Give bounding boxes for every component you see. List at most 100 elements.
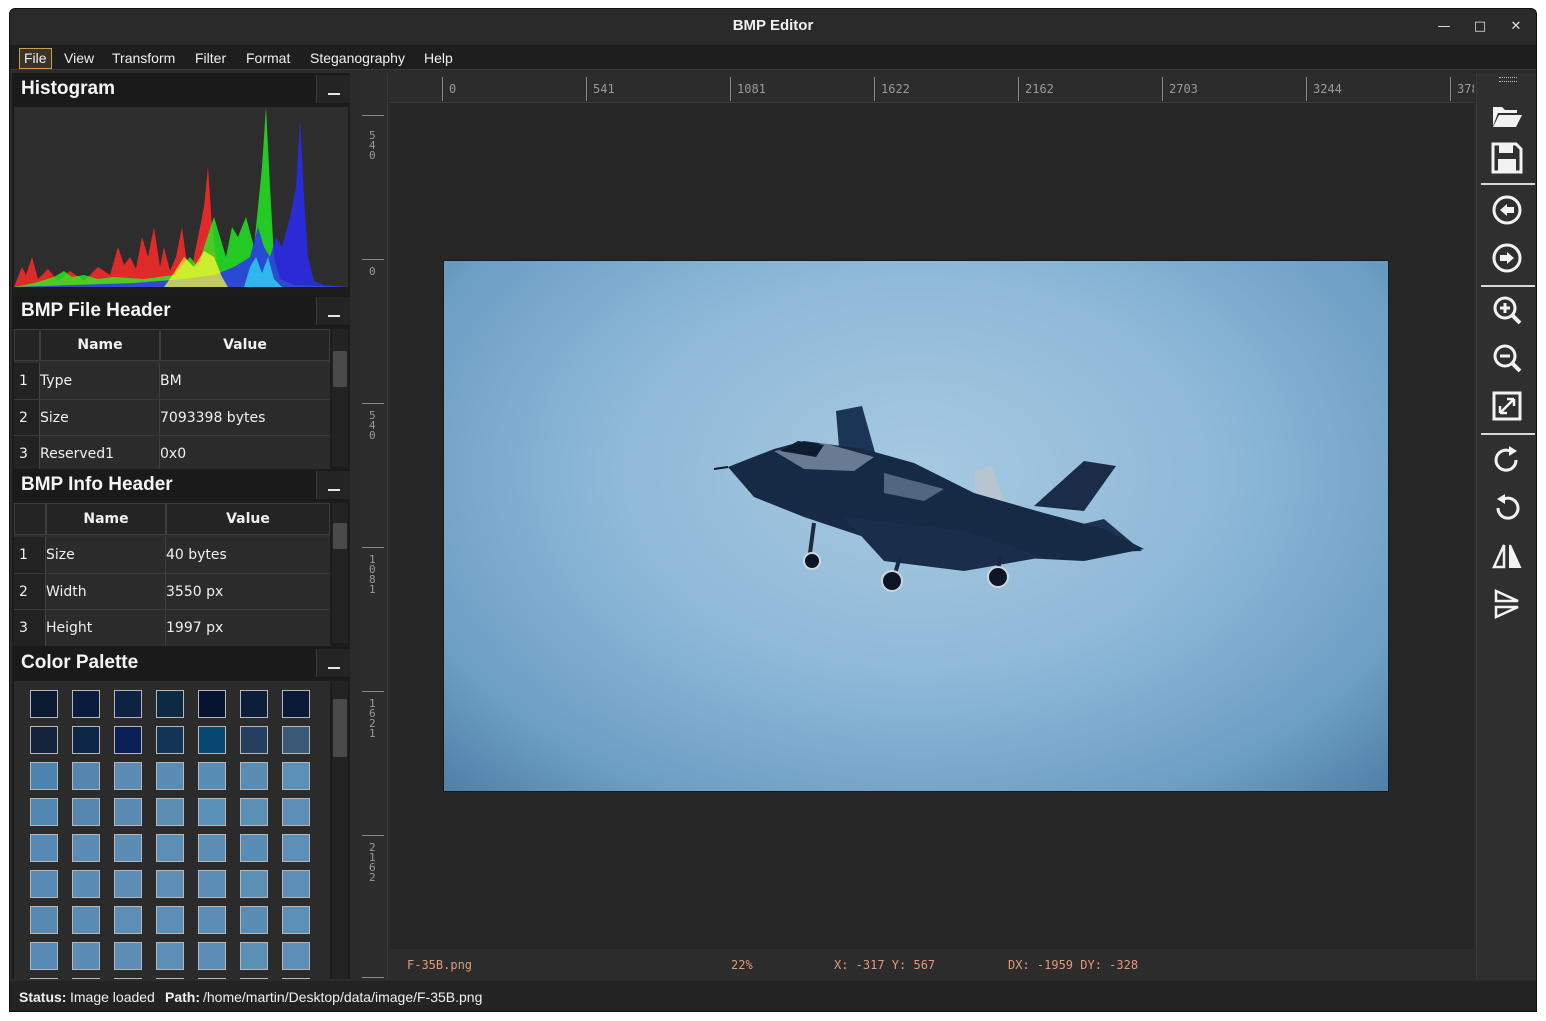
palette-swatch[interactable] — [156, 978, 184, 979]
palette-swatch[interactable] — [114, 906, 142, 934]
loaded-image[interactable] — [443, 260, 1389, 792]
table-row[interactable]: 3 Height 1997 px — [14, 609, 330, 646]
rotate-counterclockwise-icon[interactable] — [1490, 491, 1524, 525]
zoom-out-icon[interactable] — [1490, 341, 1524, 375]
palette-swatch[interactable] — [156, 762, 184, 790]
palette-swatch[interactable] — [198, 834, 226, 862]
palette-swatch[interactable] — [198, 798, 226, 826]
palette-swatch[interactable] — [30, 762, 58, 790]
file-header-scrollbar[interactable] — [332, 329, 348, 467]
palette-swatch[interactable] — [198, 690, 226, 718]
palette-swatch[interactable] — [114, 870, 142, 898]
palette-swatch[interactable] — [72, 834, 100, 862]
save-icon[interactable] — [1490, 141, 1524, 175]
palette-swatch[interactable] — [72, 690, 100, 718]
palette-swatch[interactable] — [198, 906, 226, 934]
palette-swatch[interactable] — [156, 834, 184, 862]
palette-swatch[interactable] — [156, 870, 184, 898]
palette-swatch[interactable] — [30, 870, 58, 898]
palette-swatch[interactable] — [156, 906, 184, 934]
column-header-value[interactable]: Value — [166, 503, 330, 535]
palette-swatch[interactable] — [282, 690, 310, 718]
rotate-clockwise-icon[interactable] — [1490, 443, 1524, 477]
palette-swatch[interactable] — [156, 798, 184, 826]
fit-to-window-icon[interactable] — [1490, 389, 1524, 423]
info-header-minimize-button[interactable] — [316, 471, 350, 499]
palette-swatch[interactable] — [240, 726, 268, 754]
palette-swatch[interactable] — [30, 834, 58, 862]
palette-swatch[interactable] — [72, 978, 100, 979]
palette-swatch[interactable] — [282, 726, 310, 754]
palette-swatch[interactable] — [30, 798, 58, 826]
column-header-value[interactable]: Value — [160, 329, 330, 361]
palette-swatch[interactable] — [30, 690, 58, 718]
palette-swatch[interactable] — [156, 726, 184, 754]
palette-swatch[interactable] — [240, 942, 268, 970]
palette-swatch[interactable] — [72, 906, 100, 934]
flip-vertical-icon[interactable] — [1490, 587, 1524, 621]
palette-scrollbar[interactable] — [332, 681, 348, 979]
column-header-name[interactable]: Name — [40, 329, 160, 361]
palette-swatch[interactable] — [30, 906, 58, 934]
scrollbar-thumb[interactable] — [333, 351, 347, 387]
palette-swatch[interactable] — [114, 762, 142, 790]
palette-swatch[interactable] — [240, 690, 268, 718]
palette-swatch[interactable] — [114, 834, 142, 862]
flip-horizontal-icon[interactable] — [1490, 539, 1524, 573]
menu-steganography[interactable]: Steganography — [305, 48, 410, 69]
minimize-icon[interactable]: — — [1432, 15, 1456, 39]
palette-swatch[interactable] — [30, 942, 58, 970]
palette-swatch[interactable] — [114, 798, 142, 826]
menu-transform[interactable]: Transform — [107, 48, 180, 69]
palette-swatch[interactable] — [240, 798, 268, 826]
palette-swatch[interactable] — [72, 942, 100, 970]
palette-swatch[interactable] — [30, 726, 58, 754]
palette-swatch[interactable] — [72, 798, 100, 826]
undo-icon[interactable] — [1490, 193, 1524, 227]
palette-swatch[interactable] — [282, 834, 310, 862]
column-header-name[interactable]: Name — [46, 503, 166, 535]
palette-swatch[interactable] — [72, 762, 100, 790]
palette-swatch[interactable] — [282, 978, 310, 979]
palette-swatch[interactable] — [156, 690, 184, 718]
palette-swatch[interactable] — [114, 690, 142, 718]
zoom-in-icon[interactable] — [1490, 293, 1524, 327]
menu-format[interactable]: Format — [241, 48, 295, 69]
menu-help[interactable]: Help — [419, 48, 458, 69]
table-row[interactable]: 1 Size 40 bytes — [14, 537, 330, 573]
maximize-icon[interactable]: □ — [1468, 15, 1492, 39]
file-header-minimize-button[interactable] — [316, 297, 350, 325]
palette-swatch[interactable] — [198, 726, 226, 754]
menu-filter[interactable]: Filter — [190, 48, 231, 69]
table-row[interactable]: 3 Reserved1 0x0 — [14, 435, 330, 472]
histogram-minimize-button[interactable] — [316, 75, 350, 103]
palette-swatch[interactable] — [114, 942, 142, 970]
palette-minimize-button[interactable] — [316, 649, 350, 677]
close-icon[interactable]: ✕ — [1504, 15, 1528, 39]
palette-swatch[interactable] — [114, 726, 142, 754]
scrollbar-thumb[interactable] — [333, 699, 347, 757]
palette-swatch[interactable] — [240, 834, 268, 862]
scrollbar-thumb[interactable] — [333, 523, 347, 549]
palette-swatch[interactable] — [240, 906, 268, 934]
palette-swatch[interactable] — [240, 762, 268, 790]
palette-swatch[interactable] — [72, 726, 100, 754]
palette-swatch[interactable] — [282, 798, 310, 826]
palette-swatch[interactable] — [282, 906, 310, 934]
menu-view[interactable]: View — [59, 48, 99, 69]
redo-icon[interactable] — [1490, 241, 1524, 275]
palette-swatch[interactable] — [30, 978, 58, 979]
table-row[interactable]: 2 Width 3550 px — [14, 573, 330, 610]
menu-file[interactable]: File — [19, 48, 52, 69]
info-header-scrollbar[interactable] — [332, 503, 348, 643]
image-canvas[interactable]: 0 541 1081 1622 2162 2703 3244 378 — [390, 73, 1474, 949]
palette-swatch[interactable] — [72, 870, 100, 898]
palette-swatch[interactable] — [156, 942, 184, 970]
palette-swatch[interactable] — [198, 942, 226, 970]
table-row[interactable]: 2 Size 7093398 bytes — [14, 399, 330, 436]
palette-swatch[interactable] — [282, 942, 310, 970]
open-folder-icon[interactable] — [1490, 99, 1524, 133]
palette-swatch[interactable] — [114, 978, 142, 979]
palette-swatch[interactable] — [282, 870, 310, 898]
toolbar-grip-icon[interactable] — [1499, 77, 1517, 82]
